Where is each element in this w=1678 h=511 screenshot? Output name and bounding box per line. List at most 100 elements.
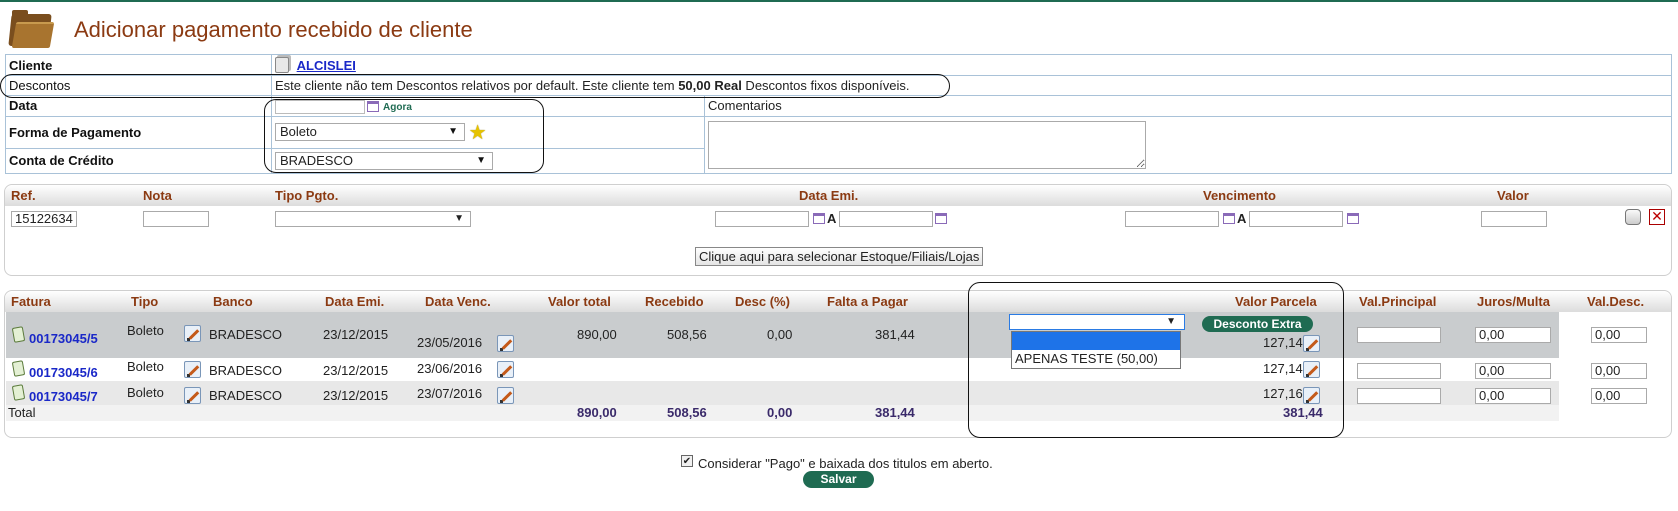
money-icon [11, 360, 26, 377]
total-desc: 0,00 [767, 405, 793, 420]
stock-select-button[interactable]: Clique aqui para selecionar Estoque/Fili… [695, 247, 984, 266]
header-ref: Ref. [11, 188, 36, 203]
invoices-panel: Fatura Tipo Banco Data Emi. Data Venc. V… [4, 290, 1672, 438]
header-tipo: Tipo [131, 294, 159, 309]
header-nota: Nota [143, 188, 172, 203]
juros-input[interactable]: 0,00 [1475, 327, 1551, 343]
edit-icon[interactable] [1303, 361, 1320, 378]
top-border [0, 0, 1678, 2]
data-venc-value: 23/07/2016 [417, 386, 483, 401]
val-principal-input[interactable] [1357, 363, 1441, 379]
folder-icon [8, 10, 55, 50]
agora-link[interactable]: Agora [383, 102, 412, 113]
header-valor-total: Valor total [548, 294, 611, 309]
data-venc-value: 23/05/2016 [417, 335, 483, 350]
edit-icon[interactable] [497, 335, 514, 352]
filter-panel: Ref. Nota Tipo Pgto. Data Emi. Venciment… [4, 184, 1672, 276]
date-input[interactable] [275, 99, 365, 114]
data-emi-value: 23/12/2015 [323, 327, 389, 342]
page-title: Adicionar pagamento recebido de cliente [74, 17, 473, 42]
calendar-icon[interactable] [813, 213, 825, 224]
total-recebido: 508,56 [667, 405, 707, 420]
edit-icon[interactable] [497, 387, 514, 404]
parcela-value: 127,14 [1263, 335, 1303, 350]
parcela-value: 127,16 [1263, 386, 1303, 401]
data-emi-to-input[interactable] [839, 211, 933, 227]
invoice-link[interactable]: 00173045/6 [29, 365, 98, 380]
parcela-value: 127,14 [1263, 361, 1303, 376]
descontos-text: Este cliente não tem Descontos relativos… [271, 75, 1672, 96]
save-button[interactable]: Salvar [803, 471, 874, 488]
invoice-link[interactable]: 00173045/5 [29, 331, 98, 346]
nota-input[interactable] [143, 211, 209, 227]
header-data-venc: Data Venc. [425, 294, 491, 309]
calendar-icon[interactable] [935, 213, 947, 224]
header-data-emi: Data Emi. [325, 294, 385, 309]
money-icon [11, 384, 26, 401]
desc-value: 0,00 [767, 327, 793, 342]
val-desc-input[interactable]: 0,00 [1591, 388, 1647, 404]
calendar-icon[interactable] [1223, 213, 1235, 224]
range-separator: A [1237, 211, 1247, 226]
banco-value: BRADESCO [209, 327, 282, 342]
comentarios-cell [704, 115, 1672, 174]
recebido-value: 508,56 [667, 327, 707, 342]
valor-input[interactable] [1481, 211, 1547, 227]
dropdown-option-blank[interactable] [1012, 332, 1180, 350]
forma-cell: Boleto ▼ ★ [271, 115, 705, 149]
comentarios-textarea[interactable] [708, 120, 1146, 169]
invoice-link[interactable]: 00173045/7 [29, 389, 98, 404]
data-venc-value: 23/06/2016 [417, 361, 483, 376]
val-desc-input[interactable]: 0,00 [1591, 327, 1647, 343]
filter-header: Ref. Nota Tipo Pgto. Data Emi. Venciment… [5, 185, 1671, 206]
header-data-emi: Data Emi. [799, 188, 859, 203]
juros-input[interactable]: 0,00 [1475, 363, 1551, 379]
data-emi-value: 23/12/2015 [323, 363, 389, 378]
val-principal-input[interactable] [1357, 388, 1441, 404]
edit-icon[interactable] [1303, 387, 1320, 404]
data-label: Data [5, 95, 272, 117]
val-principal-input[interactable] [1357, 327, 1441, 343]
clear-icon[interactable]: ✕ [1649, 209, 1665, 225]
juros-input[interactable]: 0,00 [1475, 388, 1551, 404]
desconto-extra-button[interactable]: Desconto Extra [1202, 316, 1313, 332]
calendar-icon[interactable] [1347, 213, 1359, 224]
header-juros: Juros/Multa [1477, 294, 1550, 309]
cliente-label: Cliente [5, 54, 272, 76]
total-label: Total [8, 405, 36, 420]
conta-credito-select[interactable]: BRADESCO ▼ [275, 151, 493, 170]
falta-value: 381,44 [875, 327, 915, 342]
cliente-cell: ALCISLEI [271, 54, 1672, 76]
tipo-value: Boleto [127, 323, 164, 338]
edit-icon[interactable] [184, 361, 201, 378]
pago-checkbox[interactable]: ✔ [681, 455, 693, 467]
descontos-label: Descontos [5, 75, 272, 96]
desconto-select[interactable]: ▼ [1009, 314, 1185, 330]
star-icon[interactable]: ★ [469, 122, 487, 144]
comentarios-label: Comentarios [704, 95, 1672, 117]
edit-icon[interactable] [184, 387, 201, 404]
vencimento-from-input[interactable] [1125, 211, 1219, 227]
edit-icon[interactable] [184, 325, 201, 342]
header-tipo-pgto: Tipo Pgto. [275, 188, 339, 203]
invoices-header: Fatura Tipo Banco Data Emi. Data Venc. V… [5, 291, 1671, 312]
val-desc-input[interactable]: 0,00 [1591, 363, 1647, 379]
edit-icon[interactable] [497, 361, 514, 378]
forma-pagamento-select[interactable]: Boleto ▼ [275, 123, 465, 142]
pago-checkbox-label: Considerar "Pago" e baixada dos titulos … [698, 456, 993, 471]
desconto-dropdown-list: APENAS TESTE (50,00) [1011, 331, 1181, 369]
calendar-icon[interactable] [367, 101, 379, 113]
tipo-pgto-select[interactable]: ▼ [275, 211, 471, 227]
ref-input[interactable]: 15122634 [11, 211, 77, 227]
document-icon [275, 57, 289, 73]
edit-icon[interactable] [1303, 335, 1320, 352]
total-parcela: 381,44 [1283, 405, 1323, 420]
client-link[interactable]: ALCISLEI [297, 58, 356, 73]
dropdown-option[interactable]: APENAS TESTE (50,00) [1012, 350, 1180, 368]
search-button[interactable] [1625, 209, 1641, 225]
data-emi-from-input[interactable] [715, 211, 809, 227]
vencimento-to-input[interactable] [1249, 211, 1343, 227]
tipo-value: Boleto [127, 359, 164, 374]
money-icon [11, 326, 26, 343]
forma-label: Forma de Pagamento [5, 115, 272, 149]
